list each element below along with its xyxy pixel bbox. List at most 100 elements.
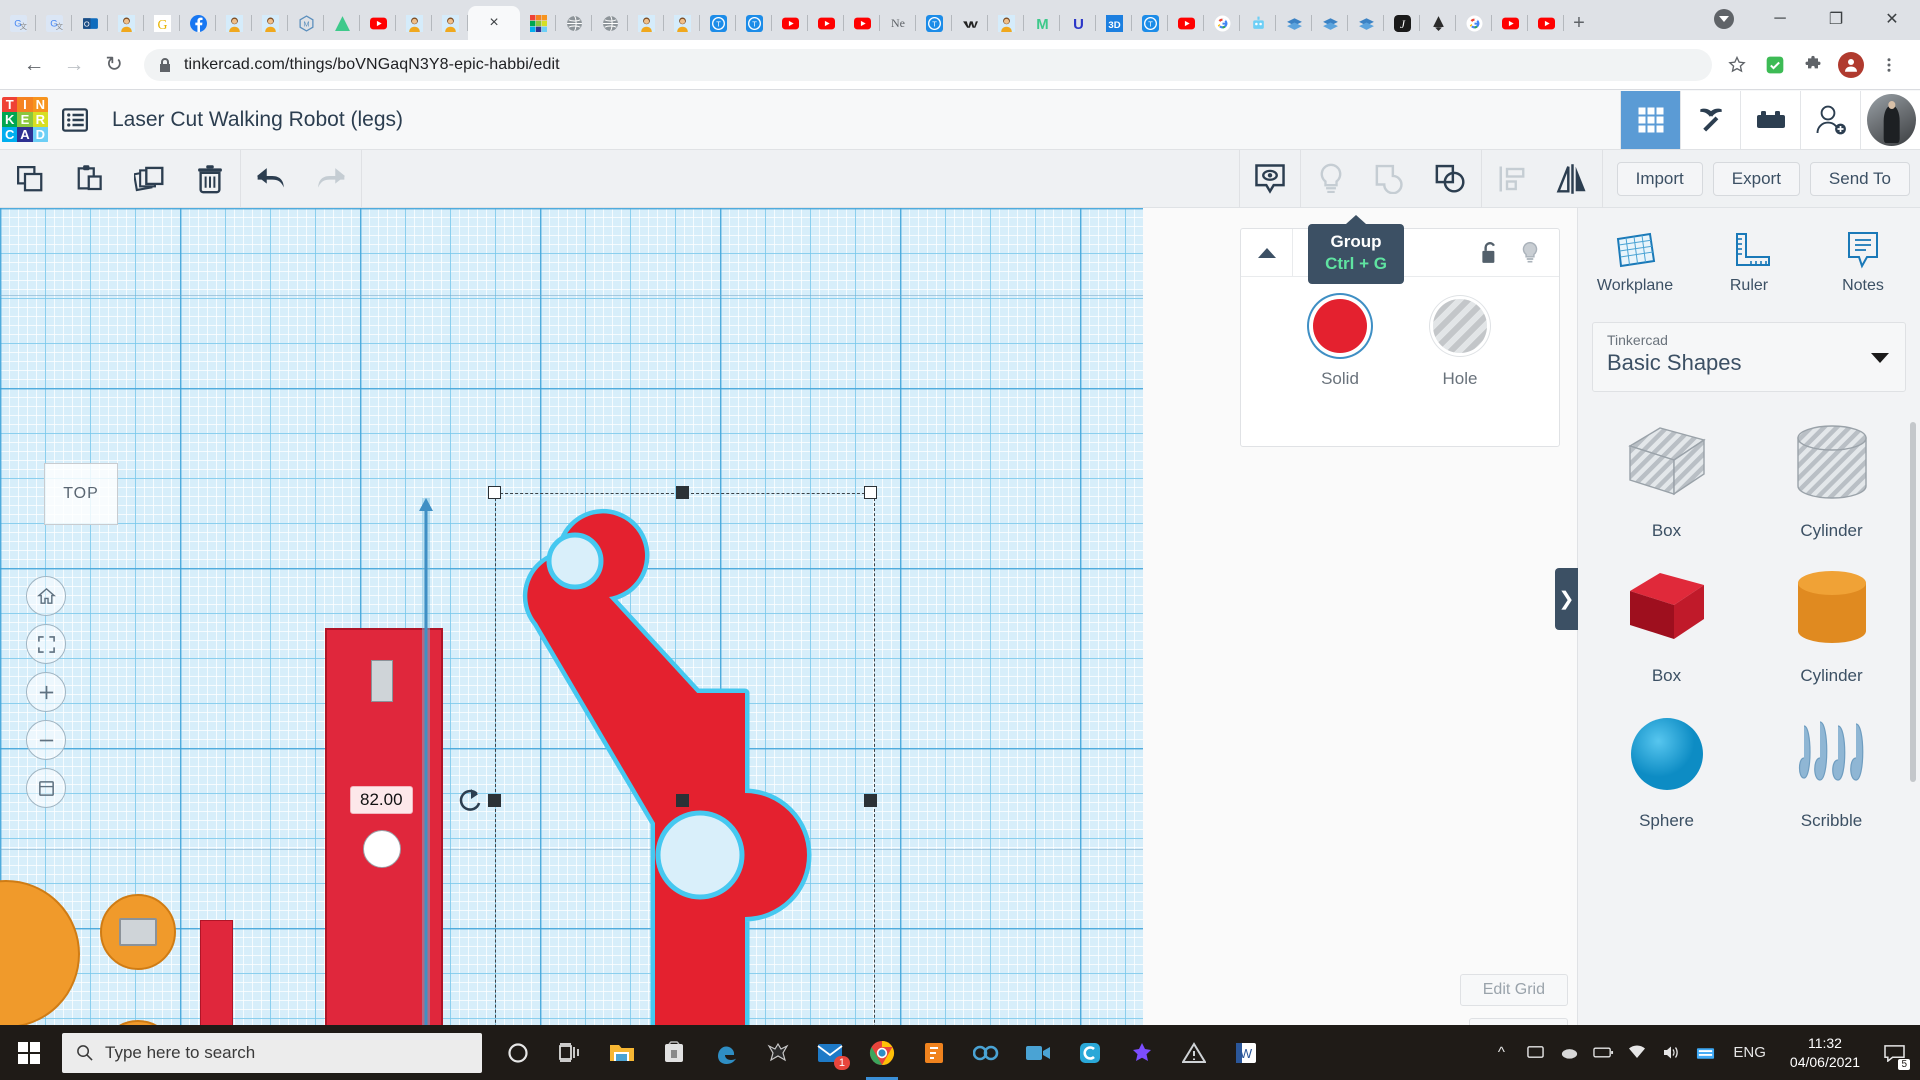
browser-tab[interactable] (592, 6, 628, 40)
browser-tab[interactable]: G (144, 6, 180, 40)
clock[interactable]: 11:32 04/06/2021 (1778, 1034, 1872, 1072)
browser-tab[interactable] (1492, 6, 1528, 40)
grid-view-icon[interactable] (1620, 91, 1680, 149)
zoom-out-icon[interactable] (26, 720, 66, 760)
resize-handle-tl[interactable] (488, 486, 501, 499)
browser-tab[interactable]: G文 (36, 6, 72, 40)
search-input[interactable]: Type here to search (62, 1033, 482, 1073)
browser-tab[interactable] (1276, 6, 1312, 40)
browser-tab[interactable] (180, 6, 216, 40)
video-icon[interactable] (1012, 1025, 1064, 1080)
browser-tab[interactable] (432, 6, 468, 40)
browser-tab[interactable] (1240, 6, 1276, 40)
browser-tab[interactable] (664, 6, 700, 40)
weather-icon[interactable] (1553, 1025, 1585, 1080)
browser-tab[interactable] (324, 6, 360, 40)
solid-option[interactable]: Solid (1313, 299, 1367, 389)
shape-item-solid-box[interactable]: Box (1584, 551, 1749, 692)
shape-item-sphere[interactable]: Sphere (1584, 696, 1749, 837)
scratch-icon[interactable] (960, 1025, 1012, 1080)
kebab-menu-icon[interactable] (1872, 48, 1906, 82)
cortana-icon[interactable] (492, 1025, 544, 1080)
hole-swatch[interactable] (1433, 299, 1487, 353)
shape-item-scribble[interactable]: Scribble (1749, 696, 1914, 837)
browser-tab[interactable]: O (72, 6, 108, 40)
solid-color-swatch[interactable] (1313, 299, 1367, 353)
duplicate-icon[interactable] (120, 150, 180, 208)
mirror-flip-icon[interactable] (1542, 150, 1602, 208)
browser-tab[interactable] (1348, 6, 1384, 40)
sidebar-tool-workplane[interactable]: Workplane (1578, 208, 1692, 316)
show-hidden-icons-icon[interactable]: ^ (1485, 1025, 1517, 1080)
browser-tab[interactable]: M (1024, 6, 1060, 40)
browser-tab[interactable]: G文 (0, 6, 36, 40)
paste-icon[interactable] (60, 150, 120, 208)
zoom-in-icon[interactable] (26, 672, 66, 712)
close-tab-icon[interactable]: × (489, 15, 498, 31)
edit-grid-button[interactable]: Edit Grid (1460, 974, 1568, 1006)
sidebar-tool-notes[interactable]: Notes (1806, 208, 1920, 316)
browser-tab[interactable] (216, 6, 252, 40)
lightbulb-icon[interactable] (1513, 236, 1547, 270)
back-button[interactable]: ← (14, 45, 54, 85)
browser-tab[interactable] (1528, 6, 1564, 40)
browser-tab[interactable] (1420, 6, 1456, 40)
sidebar-collapse-toggle[interactable]: ❯ (1555, 568, 1578, 630)
shape-item-solid-cylinder[interactable]: Cylinder (1749, 551, 1914, 692)
address-bar[interactable]: tinkercad.com/things/boVNGaqN3Y8-epic-ha… (144, 49, 1712, 81)
tinkercad-logo[interactable]: TINKERCAD (2, 97, 48, 143)
send-to-button[interactable]: Send To (1810, 162, 1910, 196)
browser-tab[interactable] (252, 6, 288, 40)
sidebar-scrollbar[interactable] (1910, 422, 1916, 782)
browser-tab[interactable] (988, 6, 1024, 40)
orange-ring-upper[interactable] (100, 894, 176, 970)
delete-trash-icon[interactable] (180, 150, 240, 208)
browser-tab[interactable] (360, 6, 396, 40)
design-canvas[interactable]: TOP (0, 208, 1143, 1025)
extension-check-icon[interactable] (1758, 48, 1792, 82)
word-icon[interactable]: W (1220, 1025, 1272, 1080)
device-icon[interactable] (1519, 1025, 1551, 1080)
keyboard-icon[interactable] (1689, 1025, 1721, 1080)
height-dimension-label[interactable]: 82.00 (350, 786, 413, 814)
windows-start-icon[interactable] (0, 1025, 58, 1080)
lego-brick-icon[interactable] (1740, 91, 1800, 149)
volume-icon[interactable] (1655, 1025, 1687, 1080)
shape-library-select[interactable]: Tinkercad Basic Shapes (1592, 322, 1906, 392)
redo-icon[interactable] (301, 150, 361, 208)
resize-handle-tr[interactable] (864, 486, 877, 499)
browser-tab[interactable]: 3D (1096, 6, 1132, 40)
browser-tab[interactable] (1204, 6, 1240, 40)
browser-tab[interactable] (1456, 6, 1492, 40)
browser-tab[interactable] (556, 6, 592, 40)
browser-tab[interactable] (772, 6, 808, 40)
view-cube[interactable]: TOP (44, 463, 118, 525)
browser-tab[interactable]: U (1060, 6, 1096, 40)
resize-handle-mr[interactable] (864, 794, 877, 807)
active-browser-tab[interactable]: × (468, 6, 520, 40)
center-handle[interactable] (676, 794, 689, 807)
new-tab-button[interactable]: + (1564, 6, 1594, 40)
undo-icon[interactable] (241, 150, 301, 208)
shape-gallery[interactable]: Box Cylinder Box Cylinder Sphere Scribbl… (1578, 392, 1920, 837)
profile-avatar-icon[interactable] (1834, 48, 1868, 82)
tab-search-button[interactable] (1696, 0, 1752, 38)
resize-handle-tc[interactable] (676, 486, 689, 499)
red-bar-shape[interactable] (200, 920, 233, 1025)
shape-item-hole-cylinder[interactable]: Cylinder (1749, 406, 1914, 547)
hole-option[interactable]: Hole (1433, 299, 1487, 389)
project-list-icon[interactable] (48, 90, 102, 150)
file-explorer-icon[interactable] (596, 1025, 648, 1080)
maximize-button[interactable]: ❐ (1808, 0, 1864, 38)
browser-tab[interactable] (628, 6, 664, 40)
reload-button[interactable]: ↻ (94, 45, 134, 85)
browser-tab[interactable]: T (916, 6, 952, 40)
forward-button[interactable]: → (54, 45, 94, 85)
shape-item-hole-box[interactable]: Box (1584, 406, 1749, 547)
user-avatar[interactable] (1860, 91, 1920, 149)
chrome-icon[interactable] (856, 1025, 908, 1080)
browser-tab[interactable]: T (1132, 6, 1168, 40)
browser-tab[interactable]: Ne (880, 6, 916, 40)
bookmark-star-icon[interactable] (1720, 48, 1754, 82)
browser-tab[interactable] (844, 6, 880, 40)
